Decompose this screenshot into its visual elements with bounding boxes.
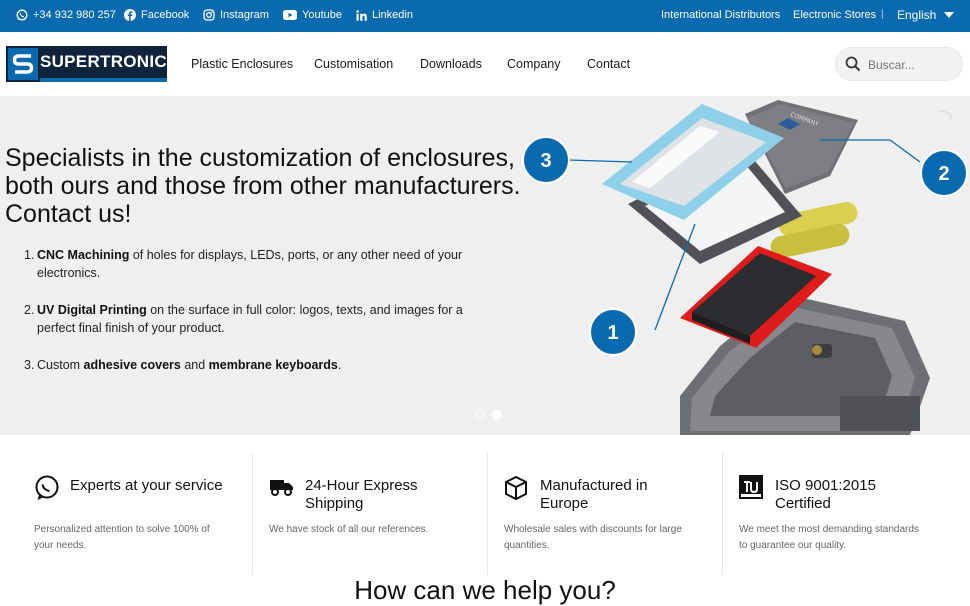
topbar-separator: |: [881, 9, 884, 20]
list-bold: UV Digital Printing: [37, 303, 147, 317]
electronic-stores-link[interactable]: Electronic Stores: [793, 9, 876, 21]
nav-contact[interactable]: Contact: [587, 57, 630, 71]
truck-icon: [270, 480, 293, 496]
list-item: 3. Custom adhesive covers and membrane ke…: [24, 356, 494, 374]
box-icon: [505, 475, 527, 501]
list-text: Custom: [37, 358, 84, 372]
list-number: 3.: [24, 358, 35, 372]
nav-plastic-enclosures[interactable]: Plastic Enclosures: [191, 57, 293, 71]
facebook-label: Facebook: [141, 9, 190, 21]
feature-text: Personalized attention to solve 100% of …: [34, 524, 210, 551]
list-item: 1. CNC Machining of holes for displays, L…: [24, 246, 494, 282]
youtube-link[interactable]: Youtube: [283, 9, 342, 21]
electronic-stores-label: Electronic Stores: [793, 9, 877, 21]
youtube-label: Youtube: [302, 9, 342, 21]
search-icon[interactable]: [845, 56, 861, 72]
slider-dot[interactable]: [475, 410, 485, 420]
chat-icon: [35, 475, 59, 500]
top-bar: +34 932 980 257 Facebook Instagram Youtu…: [0, 0, 970, 32]
feature-title: ISO 9001:2015 Certified: [775, 477, 876, 512]
nav-customisation[interactable]: Customisation: [314, 57, 393, 71]
list-number: 2.: [24, 303, 35, 317]
whatsapp-icon: [16, 9, 28, 21]
feature-title: Manufactured in Europe: [540, 477, 648, 512]
list-item: 2. UV Digital Printing on the surface in …: [24, 301, 494, 337]
callout-1: 1: [589, 308, 637, 356]
header: SUPERTRONIC Plastic Enclosures Customisa…: [0, 32, 970, 96]
hero-title: Specialists in the customization of encl…: [5, 144, 521, 228]
feature-iso: ISO 9001:2015 Certified We meet the most…: [705, 453, 940, 575]
enclosure-illustration: COMPANY 3 2 1: [522, 100, 968, 435]
help-heading: How can we help you?: [354, 575, 616, 605]
tuv-icon: [739, 475, 763, 499]
hero-list: 1. CNC Machining of holes for displays, L…: [24, 246, 494, 393]
instagram-link[interactable]: Instagram: [203, 9, 269, 21]
instagram-icon: [203, 9, 215, 21]
international-distributors-label: International Distributors: [661, 9, 781, 21]
international-distributors-link[interactable]: International Distributors: [661, 9, 780, 21]
list-bold: adhesive covers: [83, 358, 181, 372]
feature-experts: Experts at your service Personalized att…: [0, 453, 235, 575]
list-text: and: [180, 358, 209, 372]
chevron-down-icon: [944, 12, 955, 18]
linkedin-link[interactable]: Linkedin: [356, 9, 413, 21]
feature-text: We have stock of all our references.: [269, 524, 429, 535]
linkedin-icon: [356, 9, 367, 21]
search-input[interactable]: [868, 55, 956, 75]
logo-mark-icon: [6, 46, 40, 82]
features-strip: Experts at your service Personalized att…: [0, 435, 970, 575]
callout-2: 2: [920, 149, 968, 197]
phone-number: +34 932 980 257: [33, 9, 116, 21]
youtube-icon: [283, 10, 297, 20]
phone-link[interactable]: +34 932 980 257: [16, 9, 116, 21]
feature-title: 24-Hour Express Shipping: [305, 477, 418, 512]
feature-title: Experts at your service: [70, 477, 223, 494]
logo[interactable]: SUPERTRONIC: [6, 46, 167, 82]
nav-company[interactable]: Company: [507, 57, 561, 71]
facebook-icon: [124, 9, 136, 21]
callout-3-label: 3: [540, 150, 551, 172]
logo-text: SUPERTRONIC: [39, 46, 167, 82]
slider-dot-active[interactable]: [492, 410, 502, 420]
callout-3: 3: [522, 136, 570, 184]
language-label: English: [897, 8, 937, 22]
list-bold: CNC Machining: [37, 248, 130, 262]
language-selector[interactable]: English: [897, 8, 955, 22]
feature-europe: Manufactured in Europe Wholesale sales w…: [470, 453, 705, 575]
loader-icon: [937, 110, 953, 121]
hero-slider: Specialists in the customization of encl…: [0, 96, 970, 435]
callout-1-label: 1: [607, 322, 618, 344]
callout-2-label: 2: [938, 163, 949, 185]
linkedin-label: Linkedin: [372, 9, 413, 21]
feature-text: We meet the most demanding standards to …: [739, 524, 919, 551]
list-bold: membrane keyboards: [208, 358, 338, 372]
instagram-label: Instagram: [220, 9, 269, 21]
feature-shipping: 24-Hour Express Shipping We have stock o…: [235, 453, 470, 575]
nav-downloads[interactable]: Downloads: [420, 57, 482, 71]
facebook-link[interactable]: Facebook: [124, 9, 189, 21]
search-box[interactable]: [835, 47, 963, 81]
list-text: .: [337, 358, 342, 372]
feature-text: Wholesale sales with discounts for large…: [504, 524, 682, 551]
list-number: 1.: [24, 248, 35, 262]
